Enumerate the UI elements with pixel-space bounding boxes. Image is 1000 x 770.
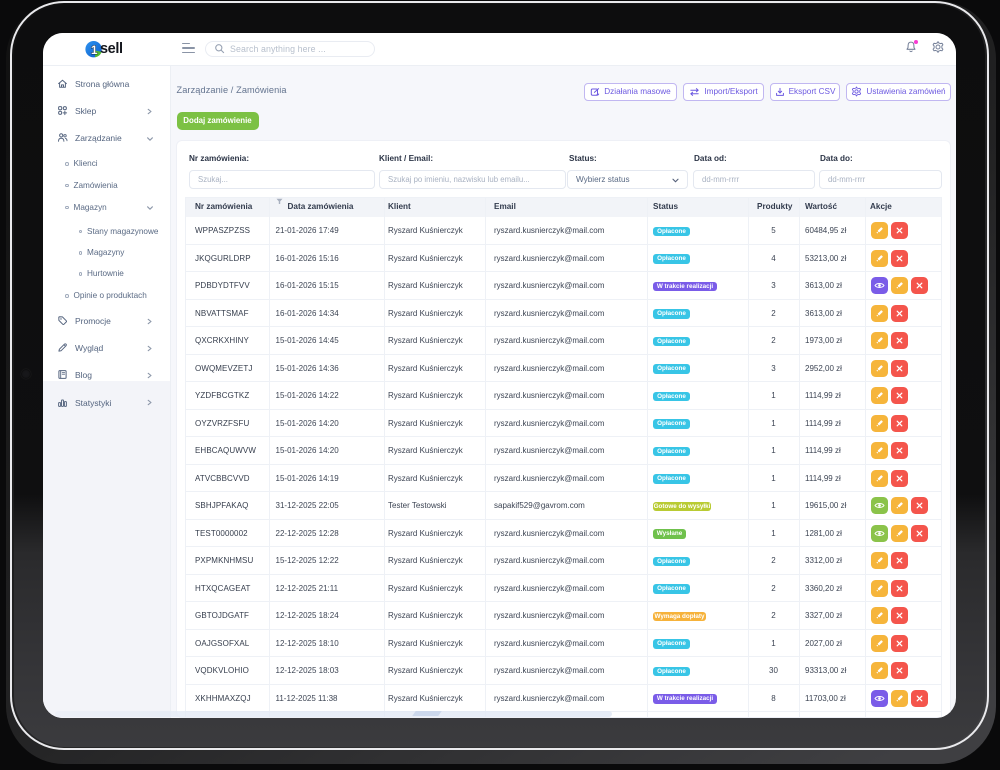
svg-text:1: 1 (91, 42, 98, 56)
